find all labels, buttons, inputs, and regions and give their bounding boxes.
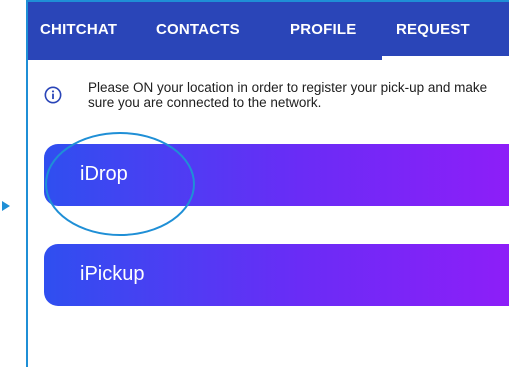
info-message: Please ON your location in order to regi… xyxy=(40,80,499,120)
idrop-label: iDrop xyxy=(80,163,128,185)
tab-chitchat[interactable]: CHITCHAT xyxy=(40,21,117,38)
ipickup-label: iPickup xyxy=(80,263,145,285)
tab-request[interactable]: REQUEST xyxy=(396,21,470,38)
tab-contacts[interactable]: CONTACTS xyxy=(156,21,240,38)
info-text: Please ON your location in order to regi… xyxy=(88,80,488,110)
screenshot-frame: CHITCHAT CONTACTS PROFILE REQUEST Please… xyxy=(0,0,509,367)
idrop-button[interactable]: iDrop xyxy=(44,144,509,206)
app-screen: CHITCHAT CONTACTS PROFILE REQUEST Please… xyxy=(26,0,509,367)
pointer-arrow-icon xyxy=(2,201,10,211)
tab-profile[interactable]: PROFILE xyxy=(290,21,356,38)
tab-bar: CHITCHAT CONTACTS PROFILE REQUEST xyxy=(28,2,509,60)
info-icon xyxy=(44,86,62,104)
active-tab-indicator xyxy=(382,56,509,60)
ipickup-button[interactable]: iPickup xyxy=(44,244,509,306)
